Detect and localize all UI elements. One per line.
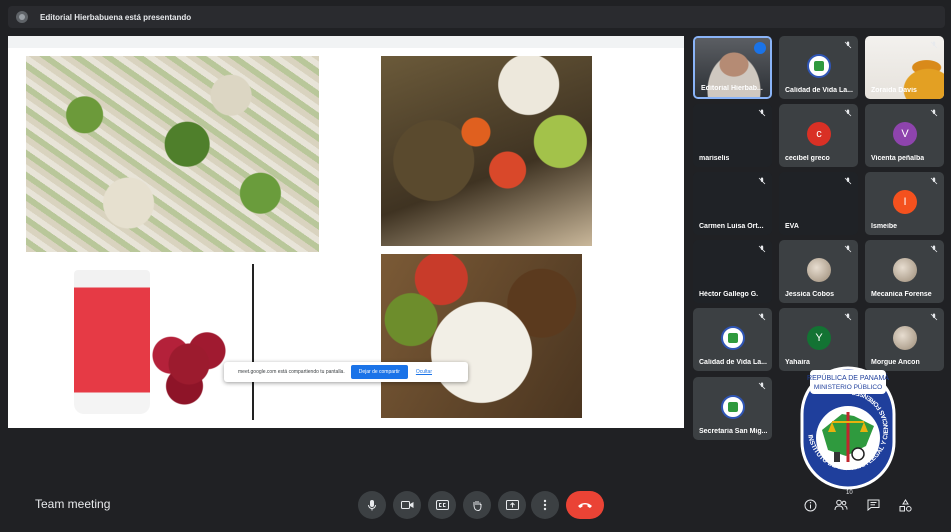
meeting-details-button[interactable] (801, 496, 819, 514)
mic-off-icon (844, 245, 852, 253)
participant-name: Carmen Luisa Ort... (699, 223, 764, 230)
shapes-icon (899, 498, 912, 512)
participant-tile[interactable]: Editorial Hierbab... (693, 36, 772, 99)
participant-tile[interactable]: Mecanica Forense (865, 240, 944, 303)
participant-name: Vicenta peñalba (871, 155, 925, 162)
participant-tile[interactable]: Héctor Gallego G. (693, 240, 772, 303)
institute-seal-logo: REPÚBLICA DE PANAMÁ MINISTERIO PÚBLICO I… (800, 366, 896, 490)
more-vert-icon (543, 499, 547, 511)
mic-off-icon (758, 382, 766, 390)
raise-hand-button[interactable] (463, 491, 491, 519)
seal-ministry-text: MINISTERIO PÚBLICO (814, 382, 882, 391)
avatar (721, 326, 745, 350)
camera-button[interactable] (393, 491, 421, 519)
meeting-title: Team meeting (35, 497, 111, 511)
participant-name: Editorial Hierbab... (701, 85, 763, 92)
participant-name: Secretaria San Mig... (699, 428, 768, 435)
photo-drink (26, 266, 252, 418)
participant-tile[interactable]: Secretaria San Mig... (693, 377, 772, 440)
participant-name: mariselis (699, 155, 730, 162)
participant-name: Calidad de Vida La... (785, 87, 853, 94)
participant-name: cecibel greco (785, 155, 830, 162)
share-notice-message: meet.google.com está compartiendo tu pan… (238, 369, 345, 375)
slide-divider (252, 264, 254, 420)
participant-name: Calidad de Vida La... (699, 359, 767, 366)
mic-off-icon (930, 41, 938, 49)
participant-name: Yahaira (785, 359, 810, 366)
mic-off-icon (930, 109, 938, 117)
present-screen-button[interactable] (498, 491, 526, 519)
microphone-button[interactable] (358, 491, 386, 519)
mic-off-icon (930, 313, 938, 321)
participant-tile[interactable]: I Ismeibe (865, 172, 944, 235)
participant-tile[interactable]: Zoraida Davis (865, 36, 944, 99)
avatar: V (893, 122, 917, 146)
participant-tile[interactable]: Jessica Cobos (779, 240, 858, 303)
chat-icon (867, 499, 879, 511)
photo-hibiscus (144, 320, 234, 408)
presenter-avatar-icon (16, 11, 28, 23)
photo-fried-fish (381, 56, 592, 246)
avatar (807, 258, 831, 282)
mic-off-icon (844, 177, 852, 185)
participant-tile[interactable]: Morgue Ancon (865, 308, 944, 371)
slide-top-strip (8, 36, 684, 48)
avatar (807, 54, 831, 78)
hand-icon (473, 501, 482, 511)
speaking-indicator-icon (754, 42, 766, 54)
mic-off-icon (758, 109, 766, 117)
seal-country-text: REPÚBLICA DE PANAMÁ (807, 373, 889, 382)
avatar: I (893, 190, 917, 214)
avatar (893, 258, 917, 282)
participants-button[interactable] (832, 496, 850, 514)
info-icon (804, 499, 816, 511)
camera-icon (400, 501, 413, 509)
more-options-button[interactable] (531, 491, 559, 519)
activities-button[interactable] (896, 496, 914, 514)
participant-tile[interactable]: Calidad de Vida La... (693, 308, 772, 371)
participant-tile[interactable]: Carmen Luisa Ort... (693, 172, 772, 235)
participant-name: Héctor Gallego G. (699, 291, 759, 298)
participant-name: Zoraida Davis (871, 87, 917, 94)
captions-button[interactable] (428, 491, 456, 519)
mic-off-icon (844, 41, 852, 49)
participant-name: Ismeibe (871, 223, 898, 230)
participant-name: Mecanica Forense (871, 291, 932, 298)
participant-name: EVA (785, 223, 799, 230)
share-notice: meet.google.com está compartiendo tu pan… (224, 362, 468, 382)
avatar: Y (807, 326, 831, 350)
mic-off-icon (758, 245, 766, 253)
present-icon (505, 499, 519, 510)
participant-tile[interactable]: mariselis (693, 104, 772, 167)
presenting-label: Editorial Hierbabuena está presentando (40, 12, 192, 22)
stop-sharing-button[interactable]: Dejar de compartir (350, 365, 408, 379)
avatar (721, 395, 745, 419)
photo-drink-glass (74, 270, 150, 414)
mic-off-icon (930, 245, 938, 253)
hide-notice-link[interactable]: Ocultar (416, 369, 432, 375)
participant-tile[interactable]: V Vicenta peñalba (865, 104, 944, 167)
presenting-bar: Editorial Hierbabuena está presentando (8, 6, 945, 28)
hang-up-icon (578, 503, 592, 508)
avatar: c (807, 122, 831, 146)
mic-off-icon (844, 109, 852, 117)
chat-button[interactable] (864, 496, 882, 514)
photo-rice-plate (381, 254, 582, 418)
participant-tile[interactable]: c cecibel greco (779, 104, 858, 167)
participant-tile[interactable]: Calidad de Vida La... (779, 36, 858, 99)
captions-icon (435, 500, 449, 510)
participant-tile[interactable]: Y Yahaira (779, 308, 858, 371)
mic-off-icon (758, 313, 766, 321)
microphone-icon (368, 500, 376, 511)
mic-off-icon (930, 177, 938, 185)
participant-name: Jessica Cobos (785, 291, 835, 298)
participant-tile[interactable]: EVA (779, 172, 858, 235)
mic-off-icon (758, 177, 766, 185)
participant-name: Morgue Ancon (871, 359, 920, 366)
people-icon (834, 499, 848, 511)
photo-salad (26, 56, 319, 252)
mic-off-icon (844, 313, 852, 321)
avatar (893, 326, 917, 350)
leave-call-button[interactable] (566, 491, 604, 519)
